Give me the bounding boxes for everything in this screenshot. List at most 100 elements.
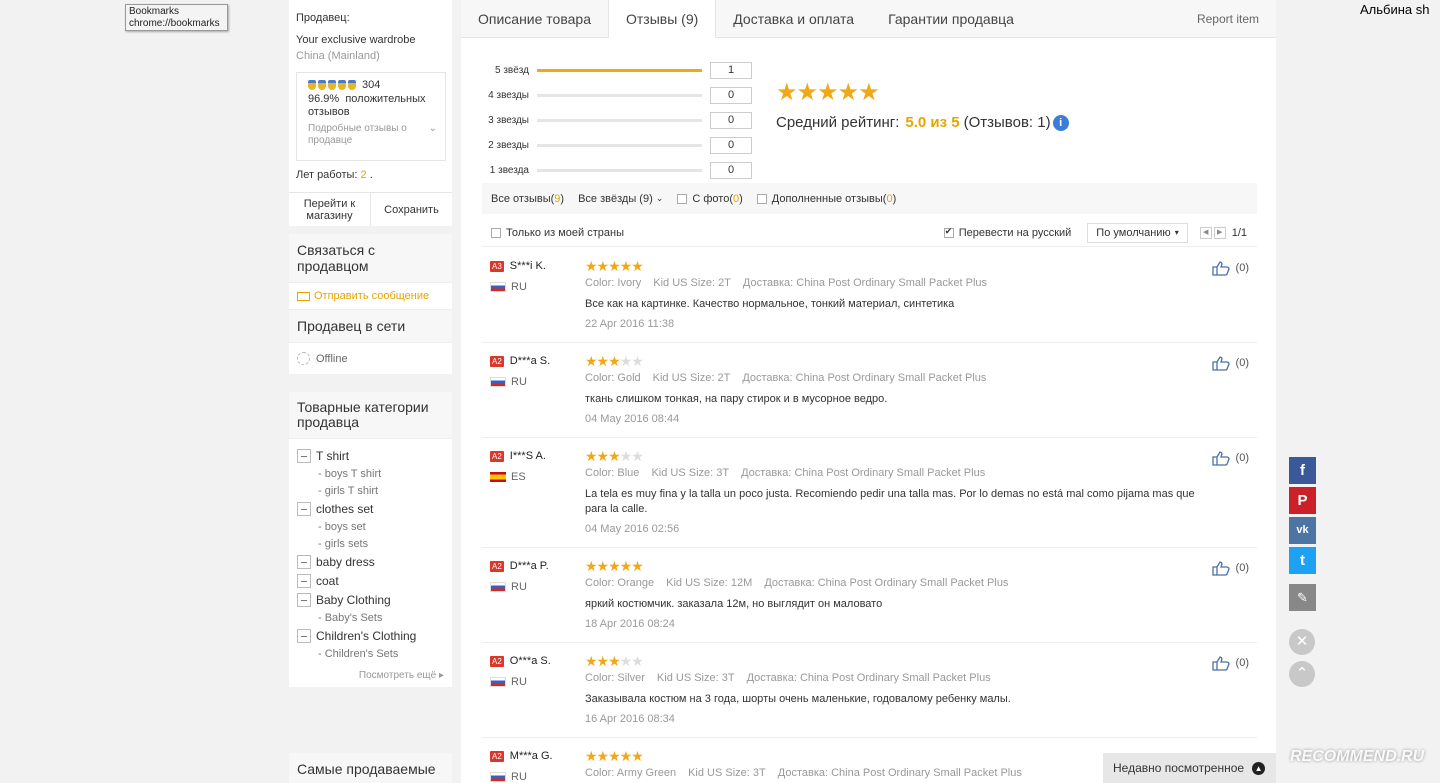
distribution-bar [537, 69, 702, 72]
reviewer: A2 D***a P. RU [482, 560, 585, 642]
filter-photo-label: С фото [692, 192, 730, 205]
collapse-icon[interactable] [297, 449, 311, 463]
distribution-label: 1 звезда [489, 165, 529, 176]
detailed-feedback-link[interactable]: Подробные отзывы о продавце ⌄ [308, 123, 437, 147]
info-icon[interactable]: i [1052, 114, 1069, 131]
translate-option[interactable]: Перевести на русский [943, 226, 1072, 239]
helpful-button[interactable]: (0) [1211, 560, 1249, 576]
tab-description[interactable]: Описание товара [461, 0, 608, 37]
close-icon[interactable]: ✕ [1289, 629, 1315, 655]
average-rating: ★★★★★ Средний рейтинг: 5.0 из 5 (Отзывов… [776, 81, 1069, 131]
review-text: ткань слишком тонкая, на пару стирок и в… [585, 393, 888, 405]
review-meta: Color: Blue Kid US Size: 3T Доставка: Chin… [585, 467, 1257, 479]
facebook-icon[interactable]: f [1289, 457, 1316, 484]
subcategory-item[interactable]: - girls T shirt [318, 485, 444, 497]
collapse-icon[interactable] [297, 574, 311, 588]
category-item[interactable]: coat [297, 574, 444, 588]
helpful-count: (0) [1235, 452, 1249, 464]
go-to-store-button[interactable]: Перейти к магазину [289, 193, 371, 226]
helpful-button[interactable]: (0) [1211, 355, 1249, 371]
thumbs-up-icon [1211, 451, 1230, 466]
scroll-up-icon[interactable]: ⌃ [1289, 661, 1315, 687]
review-shipping: China Post Ordinary Small Packet Plus [795, 372, 987, 384]
filter-photo-count: 0 [733, 192, 740, 205]
reviewer-country: RU [511, 676, 527, 688]
reviewer-country: RU [511, 376, 527, 388]
tab-shipping[interactable]: Доставка и оплата [716, 0, 871, 37]
reviewer-name: D***a P. [509, 560, 549, 572]
tab-guarantees[interactable]: Гарантии продавца [871, 0, 1031, 37]
helpful-button[interactable]: (0) [1211, 450, 1249, 466]
collapse-icon[interactable] [297, 593, 311, 607]
categories-panel: Товарные категории продавца T shirt - boy… [289, 392, 452, 687]
helpful-button[interactable]: (0) [1211, 655, 1249, 671]
helpful-count: (0) [1235, 262, 1249, 274]
seller-name[interactable]: Your exclusive wardrobe [296, 34, 446, 46]
helpful-count: (0) [1235, 357, 1249, 369]
my-country-checkbox[interactable] [491, 227, 501, 238]
photo-checkbox[interactable] [677, 193, 688, 204]
subcategory-item[interactable]: - boys set [318, 521, 444, 533]
category-item[interactable]: clothes set [297, 502, 444, 516]
distribution-label: 4 звезды [488, 90, 529, 101]
review-shipping: China Post Ordinary Small Packet Plus [794, 467, 986, 479]
edit-icon[interactable]: ✎ [1289, 584, 1316, 611]
subcategory-item[interactable]: - girls sets [318, 538, 444, 550]
additional-checkbox[interactable] [756, 193, 767, 204]
vk-icon[interactable]: vk [1289, 517, 1316, 544]
category-item[interactable]: baby dress [297, 555, 444, 569]
sort-select[interactable]: По умолчанию ▾ [1087, 222, 1188, 243]
distribution-label: 2 звезды [488, 140, 529, 151]
bestsellers-title: Самые продаваемые [289, 753, 452, 783]
years-value: 2 [360, 169, 367, 181]
helpful-button[interactable]: (0) [1211, 260, 1249, 276]
review-shipping: China Post Ordinary Small Packet Plus [799, 672, 991, 684]
prev-page-button[interactable]: ◀ [1199, 226, 1212, 239]
category-item[interactable]: T shirt [297, 449, 444, 463]
country-flag-icon [490, 377, 506, 387]
next-page-button[interactable]: ▶ [1213, 226, 1226, 239]
reviewer-country: ES [511, 471, 526, 483]
review-body: ★★★★★ Color: Gold Kid US Size: 2T Доставка:… [585, 354, 1257, 437]
subcategory-item[interactable]: - boys T shirt [318, 468, 444, 480]
size-label: Kid US Size: [666, 577, 728, 589]
distribution-bar [537, 169, 702, 172]
my-country-option[interactable]: Только из моей страны [491, 227, 624, 239]
translate-label: Перевести на русский [958, 226, 1072, 239]
country-flag-icon [490, 282, 506, 292]
distribution-row: 5 звёзд 1 [481, 58, 752, 83]
recently-viewed-bar[interactable]: Недавно посмотренное ▲ [1103, 753, 1276, 783]
rating-distribution: 5 звёзд 1 4 звезды 0 3 звезды 0 2 звезды 0 1 зве… [481, 58, 752, 183]
collapse-icon[interactable] [297, 502, 311, 516]
pinterest-icon[interactable]: P [1289, 487, 1316, 514]
review-options: Только из моей страны Перевести на русск… [482, 219, 1257, 247]
distribution-count: 0 [710, 112, 752, 129]
average-label: Средний рейтинг: [776, 114, 900, 131]
translate-checkbox[interactable] [943, 226, 954, 238]
user-name[interactable]: Альбина sh [1360, 2, 1430, 17]
send-message-link[interactable]: Отправить сообщение [289, 283, 452, 310]
collapse-icon[interactable] [297, 555, 311, 569]
twitter-icon[interactable]: t [1289, 547, 1316, 574]
review-color: Silver [617, 672, 645, 684]
seller-actions: Перейти к магазину Сохранить [289, 192, 452, 226]
category-label: T shirt [316, 449, 350, 463]
more-categories-link[interactable]: Посмотреть ещё ▸ [297, 670, 444, 681]
filter-stars-select[interactable]: Все звёзды (9) ⌄ [578, 193, 663, 205]
review-date: 04 May 2016 02:56 [585, 523, 680, 535]
subcategory-item[interactable]: - Children's Sets [318, 648, 444, 660]
report-item-link[interactable]: Report item [1197, 12, 1259, 26]
category-item[interactable]: Children's Clothing [297, 629, 444, 643]
subcategory-item[interactable]: - Baby's Sets [318, 612, 444, 624]
filter-all-reviews[interactable]: Все отзывы (9) [491, 193, 564, 205]
recommend-watermark: RECOMMEND.RU [1290, 748, 1425, 765]
save-store-button[interactable]: Сохранить [371, 193, 452, 226]
distribution-label: 5 звёзд [495, 65, 529, 76]
tab-reviews[interactable]: Отзывы (9) [607, 0, 717, 38]
filter-additional[interactable]: Дополненные отзывы(0) [756, 193, 896, 205]
product-tabs: Описание товара Отзывы (9) Доставка и оп… [461, 0, 1276, 38]
buyer-level-badge: A2 [490, 355, 504, 367]
category-item[interactable]: Baby Clothing [297, 593, 444, 607]
collapse-icon[interactable] [297, 629, 311, 643]
filter-with-photo[interactable]: С фото (0) [677, 192, 743, 205]
